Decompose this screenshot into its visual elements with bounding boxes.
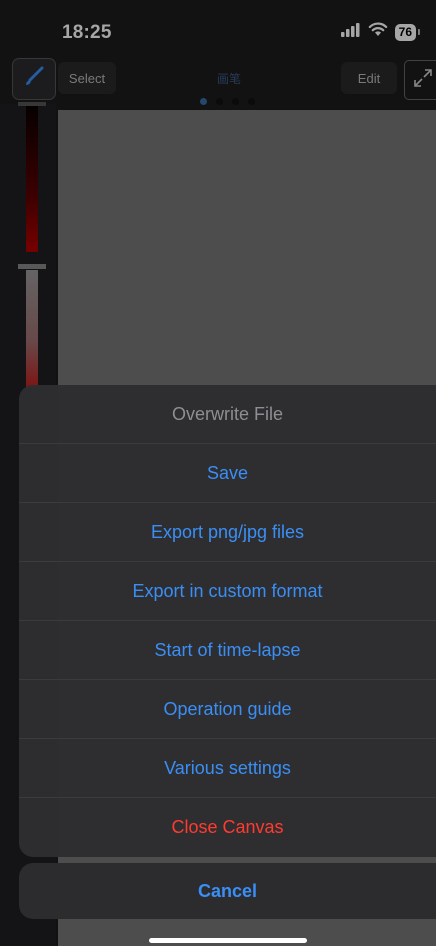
save-button[interactable]: Save — [19, 443, 436, 502]
close-canvas-button[interactable]: Close Canvas — [19, 797, 436, 856]
start-time-lapse-button[interactable]: Start of time-lapse — [19, 620, 436, 679]
various-settings-button[interactable]: Various settings — [19, 738, 436, 797]
export-custom-format-button[interactable]: Export in custom format — [19, 561, 436, 620]
action-sheet-title: Overwrite File — [171, 403, 283, 424]
operation-guide-button[interactable]: Operation guide — [19, 679, 436, 738]
action-sheet: Overwrite File Save Export png/jpg files… — [19, 385, 436, 857]
home-indicator[interactable] — [149, 938, 307, 943]
export-png-jpg-button[interactable]: Export png/jpg files — [19, 502, 436, 561]
cancel-button[interactable]: Cancel — [19, 863, 436, 919]
